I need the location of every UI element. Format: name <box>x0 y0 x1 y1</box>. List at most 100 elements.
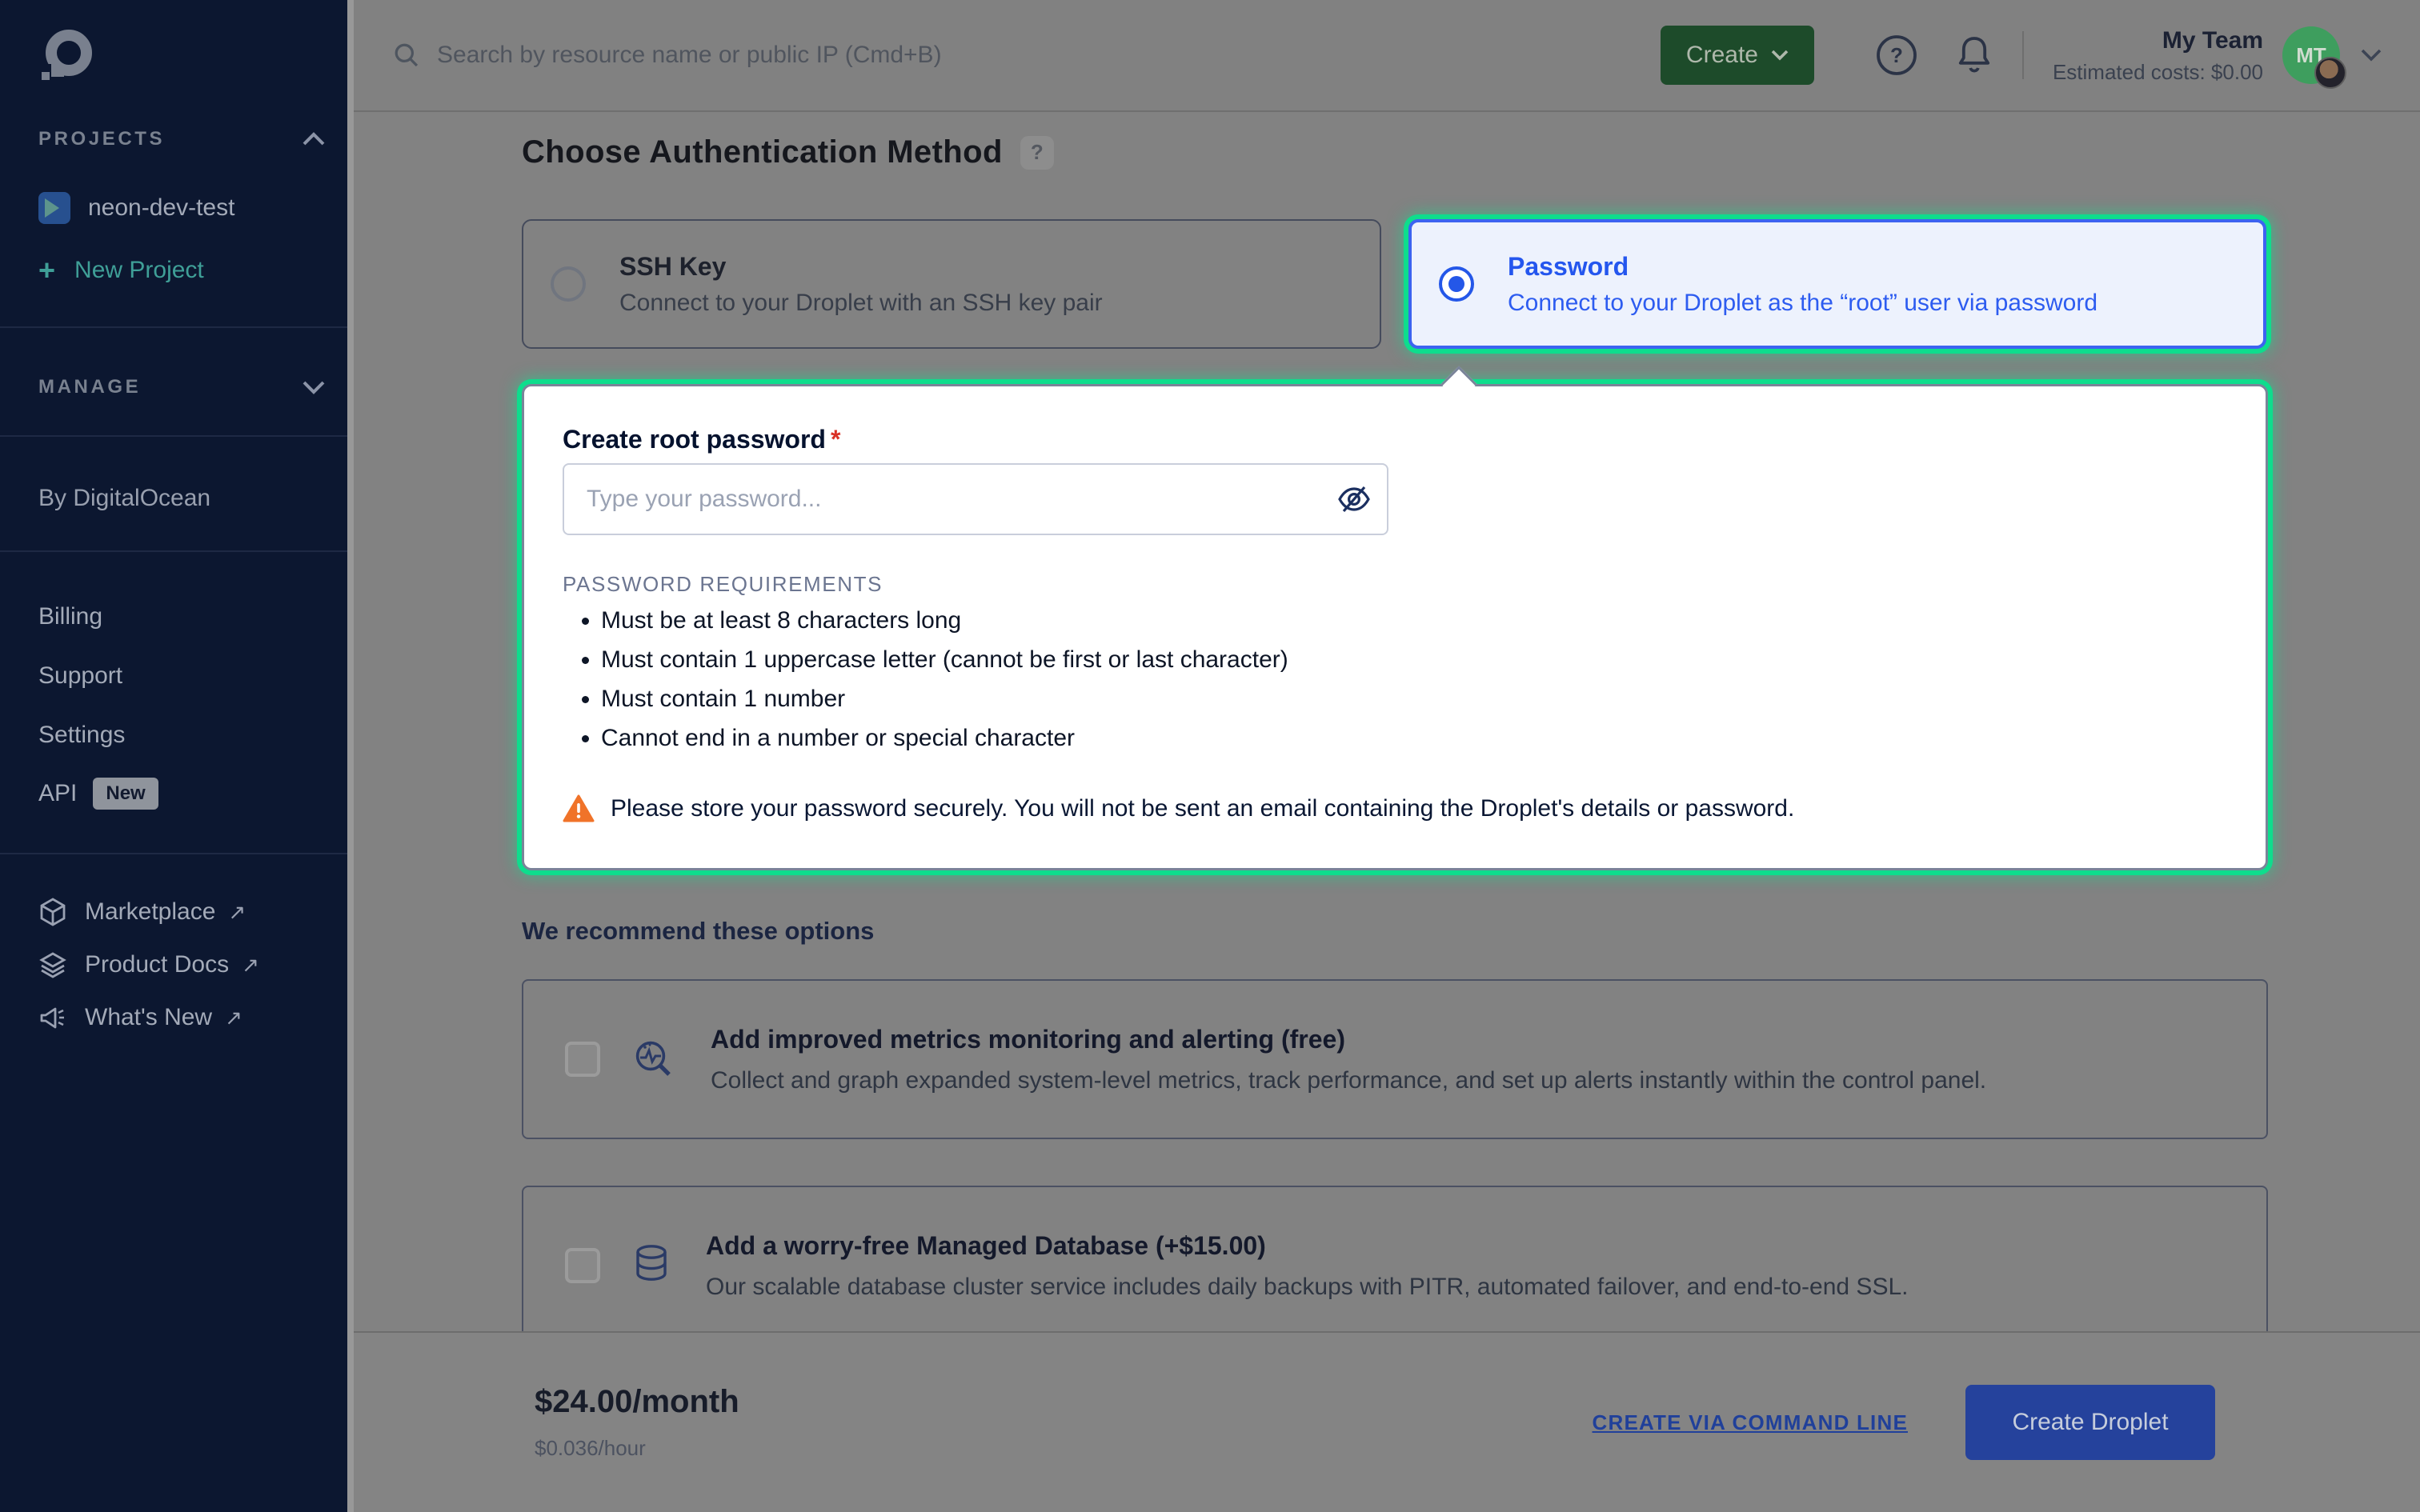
estimated-costs: Estimated costs: $0.00 <box>2053 59 2263 86</box>
settings-label: Settings <box>38 722 125 749</box>
sidebar-item-marketplace[interactable]: Marketplace ↗ <box>38 898 325 926</box>
svg-text:?: ? <box>1890 43 1903 67</box>
create-button[interactable]: Create <box>1661 26 1814 85</box>
price-block: $24.00/month $0.036/hour <box>535 1384 739 1461</box>
digitalocean-create-droplet-page: PROJECTS neon-dev-test + New Project MAN… <box>0 0 2420 1512</box>
sidebar-divider <box>0 550 347 552</box>
digitalocean-logo-icon <box>38 29 96 86</box>
toggle-password-visibility-button[interactable] <box>1336 481 1372 518</box>
project-name: neon-dev-test <box>88 194 234 222</box>
projects-label: PROJECTS <box>38 128 165 150</box>
sidebar-item-whats-new[interactable]: What's New ↗ <box>38 1003 325 1032</box>
topbar-divider <box>2022 31 2024 79</box>
topbar: Create ? My Team Estimated costs: $0.00 <box>347 0 2420 112</box>
option-card-managed-database[interactable]: Add a worry-free Managed Database (+$15.… <box>522 1186 2268 1331</box>
hourly-price: $0.036/hour <box>535 1436 739 1461</box>
chevron-down-icon <box>1771 50 1789 61</box>
digitalocean-logo[interactable] <box>38 29 325 86</box>
projects-section-header[interactable]: PROJECTS <box>38 128 325 150</box>
password-warning-text: Please store your password securely. You… <box>611 795 1794 822</box>
panel-caret <box>1440 366 1476 402</box>
sidebar-divider <box>0 326 347 328</box>
by-digitalocean-label: By DigitalOcean <box>38 485 210 512</box>
product-docs-label: Product Docs <box>85 951 229 978</box>
sidebar-item-by-digitalocean[interactable]: By DigitalOcean <box>38 485 325 512</box>
create-button-label: Create <box>1686 42 1758 69</box>
auth-option-password[interactable]: Password Connect to your Droplet as the … <box>1408 219 2266 349</box>
global-search[interactable] <box>392 40 1661 70</box>
ssh-key-desc: Connect to your Droplet with an SSH key … <box>619 290 1103 317</box>
project-icon <box>38 192 70 224</box>
ssh-key-radio[interactable] <box>551 266 586 302</box>
password-form-panel: Create root password* PASSWORD REQUIREME… <box>522 384 2268 870</box>
billing-label: Billing <box>38 603 102 630</box>
manage-section-header[interactable]: MANAGE <box>38 376 325 398</box>
requirement-item: Must be at least 8 characters long <box>601 607 1288 634</box>
account-chevron-down-icon[interactable] <box>2361 49 2382 62</box>
external-link-icon: ↗ <box>225 1006 242 1030</box>
monitoring-desc: Collect and graph expanded system-level … <box>711 1067 1986 1094</box>
api-label: API <box>38 780 77 807</box>
marketplace-label: Marketplace <box>85 898 215 926</box>
help-button[interactable]: ? <box>1875 34 1918 77</box>
root-password-input[interactable] <box>563 463 1388 535</box>
password-desc: Connect to your Droplet as the “root” us… <box>1508 290 2097 317</box>
search-input[interactable] <box>434 40 1106 70</box>
recommend-heading: We recommend these options <box>522 917 874 946</box>
warning-triangle-icon <box>563 794 595 823</box>
password-requirements-title: PASSWORD REQUIREMENTS <box>563 572 883 597</box>
database-checkbox[interactable] <box>565 1248 600 1283</box>
external-link-icon: ↗ <box>228 900 246 925</box>
requirement-item: Cannot end in a number or special charac… <box>601 725 1288 752</box>
requirement-item: Must contain 1 number <box>601 686 1288 713</box>
create-droplet-button[interactable]: Create Droplet <box>1965 1385 2215 1460</box>
sidebar-item-api[interactable]: API New <box>38 778 325 810</box>
main-area: Create ? My Team Estimated costs: $0.00 <box>347 0 2420 1512</box>
sidebar-item-settings[interactable]: Settings <box>38 722 325 749</box>
sidebar-item-project[interactable]: neon-dev-test <box>38 192 325 224</box>
monitoring-title: Add improved metrics monitoring and aler… <box>711 1025 1986 1054</box>
new-project-button[interactable]: + New Project <box>38 256 325 285</box>
external-link-icon: ↗ <box>242 953 259 978</box>
password-radio[interactable] <box>1439 266 1474 302</box>
monthly-price: $24.00/month <box>535 1384 739 1420</box>
option-card-monitoring[interactable]: Add improved metrics monitoring and aler… <box>522 979 2268 1139</box>
auth-option-ssh-key[interactable]: SSH Key Connect to your Droplet with an … <box>522 219 1381 349</box>
password-requirements-list: Must be at least 8 characters long Must … <box>572 607 1288 764</box>
page-heading: Choose Authentication Method ? <box>522 134 1054 170</box>
monitoring-checkbox[interactable] <box>565 1042 600 1077</box>
whats-new-label: What's New <box>85 1004 212 1031</box>
content-scroll-area[interactable]: Choose Authentication Method ? SSH Key C… <box>347 112 2420 1331</box>
sidebar-item-billing[interactable]: Billing <box>38 603 325 630</box>
eye-off-icon <box>1336 481 1372 518</box>
create-via-command-line-link[interactable]: CREATE VIA COMMAND LINE <box>1593 1410 1908 1435</box>
password-warning: Please store your password securely. You… <box>563 794 1794 823</box>
docs-layers-icon <box>38 950 67 979</box>
api-new-badge: New <box>93 778 158 810</box>
account-menu[interactable]: MT <box>2282 25 2346 86</box>
sidebar-divider <box>0 853 347 854</box>
new-project-label: New Project <box>74 257 204 284</box>
chevron-up-icon <box>302 132 325 146</box>
user-avatar <box>2314 57 2346 89</box>
marketplace-box-icon <box>38 898 67 926</box>
plus-icon: + <box>38 256 55 285</box>
team-info: My Team Estimated costs: $0.00 <box>2053 26 2263 85</box>
root-password-label-text: Create root password <box>563 425 826 454</box>
checkout-footer: $24.00/month $0.036/hour CREATE VIA COMM… <box>347 1331 2420 1512</box>
page-title: Choose Authentication Method <box>522 134 1003 170</box>
sidebar-divider <box>0 435 347 437</box>
sidebar-item-support[interactable]: Support <box>38 662 325 690</box>
required-asterisk: * <box>831 425 840 454</box>
ssh-key-title: SSH Key <box>619 252 1103 282</box>
database-icon <box>632 1243 671 1288</box>
content-left-edge <box>347 0 354 1512</box>
root-password-label: Create root password* <box>563 425 840 454</box>
notifications-button[interactable] <box>1955 34 1993 77</box>
megaphone-icon <box>38 1003 67 1032</box>
help-icon: ? <box>1875 34 1918 77</box>
metrics-monitoring-icon <box>632 1038 675 1081</box>
heading-help-badge[interactable]: ? <box>1020 136 1054 170</box>
sidebar-item-product-docs[interactable]: Product Docs ↗ <box>38 950 325 979</box>
chevron-down-icon <box>302 380 325 394</box>
